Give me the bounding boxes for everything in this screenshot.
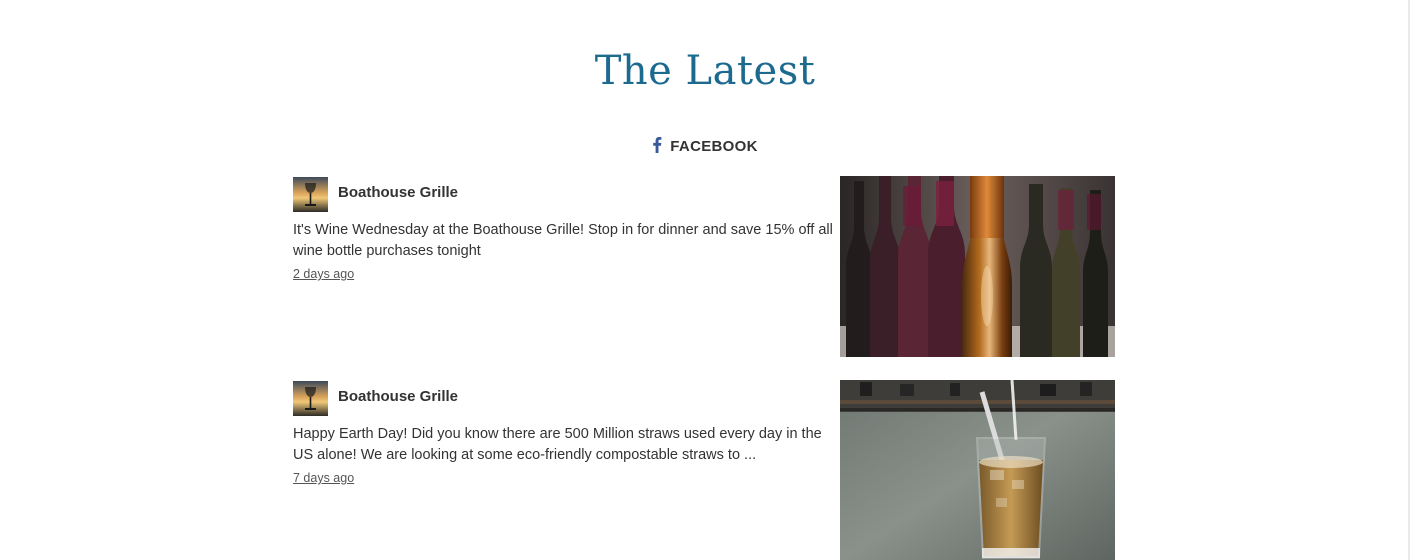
post-author[interactable]: Boathouse Grille [338,388,458,405]
page: The Latest FACEBOOK Boathouse Grille It'… [0,0,1410,560]
feed-post: Boathouse Grille Happy Earth Day! Did yo… [293,379,1115,560]
post-timestamp-link[interactable]: 2 days ago [293,267,354,281]
avatar[interactable] [293,177,328,212]
avatar[interactable] [293,381,328,416]
facebook-feed-tab[interactable]: FACEBOOK [0,137,1410,157]
post-timestamp-link[interactable]: 7 days ago [293,471,354,485]
wine-bottles-photo[interactable] [840,176,1115,357]
feed-post: Boathouse Grille It's Wine Wednesday at … [293,176,1115,357]
facebook-tab-label: FACEBOOK [670,138,758,155]
iced-drink-with-straw-photo[interactable] [840,379,1115,560]
post-text: Happy Earth Day! Did you know there are … [293,426,822,463]
facebook-icon [652,137,662,157]
post-author[interactable]: Boathouse Grille [338,184,458,201]
post-text: It's Wine Wednesday at the Boathouse Gri… [293,222,833,259]
section-title: The Latest [594,48,816,94]
